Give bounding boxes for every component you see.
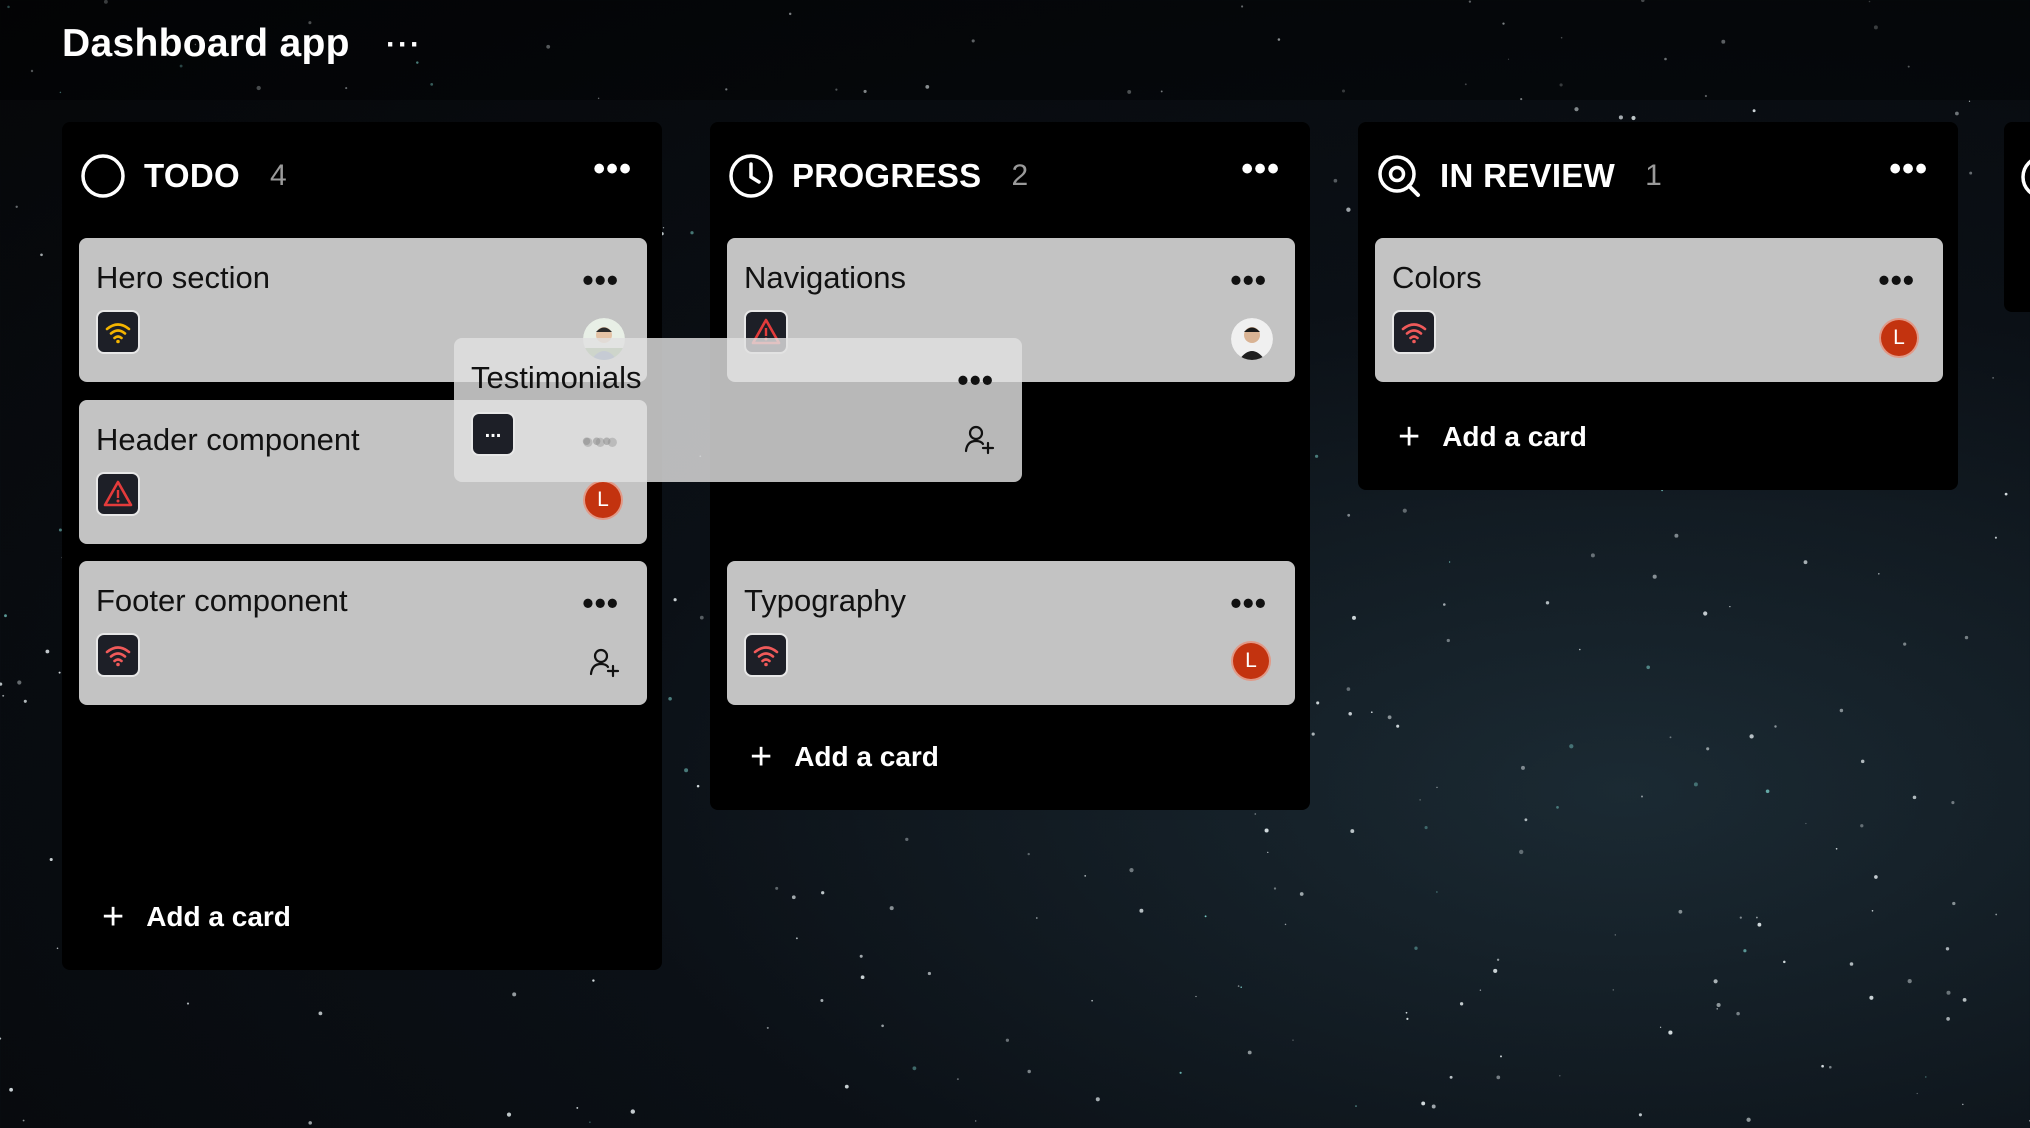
- avatar-photo: [1231, 318, 1273, 360]
- card-more-button[interactable]: •••: [1230, 585, 1267, 622]
- column-header: PROGRESS 2: [728, 152, 1028, 200]
- add-card-label: Add a card: [146, 901, 291, 932]
- wifi-icon: [96, 633, 140, 677]
- plus-icon: +: [750, 736, 773, 778]
- warning-icon: [96, 472, 140, 516]
- plus-icon: +: [1398, 416, 1421, 458]
- add-card-button[interactable]: + Add a card: [102, 898, 291, 936]
- avatar[interactable]: L: [1231, 641, 1273, 683]
- add-card-button[interactable]: + Add a card: [750, 738, 939, 776]
- board-more-button[interactable]: ···: [386, 28, 422, 62]
- add-card-label: Add a card: [794, 741, 939, 772]
- column-more-button[interactable]: •••: [1889, 150, 1928, 189]
- circle-icon: [80, 153, 126, 199]
- card-title: Navigations: [744, 260, 906, 295]
- column-count: 4: [269, 159, 287, 192]
- dragging-card-testimonials[interactable]: Testimonials ••• ... •••: [454, 338, 1022, 482]
- column-todo: TODO 4 ••• Hero section ••• Header compo…: [62, 122, 662, 970]
- column-count: 1: [1645, 159, 1662, 192]
- add-card-label: Add a card: [1442, 421, 1587, 452]
- column-header: IN REVIEW 1: [1376, 152, 1662, 200]
- column-name: PROGRESS: [792, 157, 982, 194]
- app-title: Dashboard app: [62, 22, 350, 65]
- card-more-button[interactable]: •••: [1230, 262, 1267, 299]
- card-more-button[interactable]: •••: [957, 362, 994, 399]
- clock-icon: [728, 153, 774, 199]
- avatar-initial: L: [1879, 318, 1919, 358]
- add-card-button[interactable]: + Add a card: [1398, 418, 1587, 456]
- underlying-card-more-icon: •••: [582, 426, 613, 456]
- search-review-icon: [1376, 153, 1422, 199]
- column-more-button[interactable]: •••: [1241, 150, 1280, 189]
- card-colors[interactable]: Colors ••• L: [1375, 238, 1943, 382]
- card-more-button[interactable]: •••: [1878, 262, 1915, 299]
- column-count: 2: [1011, 159, 1029, 192]
- column-in-review: IN REVIEW 1 ••• Colors ••• L + Add a car…: [1358, 122, 1958, 490]
- avatar[interactable]: L: [583, 480, 625, 522]
- card-footer-component[interactable]: Footer component •••: [79, 561, 647, 705]
- avatar[interactable]: [1231, 318, 1273, 360]
- dots-icon-text: ...: [484, 419, 502, 442]
- plus-icon: +: [102, 896, 125, 938]
- column-name: IN REVIEW: [1440, 157, 1616, 194]
- wifi-icon: [96, 310, 140, 354]
- avatar-initial: L: [583, 480, 623, 520]
- card-title: Header component: [96, 422, 360, 457]
- card-more-button[interactable]: •••: [582, 585, 619, 622]
- card-title: Typography: [744, 583, 906, 618]
- avatar-initial: L: [1231, 641, 1271, 681]
- card-title: Colors: [1392, 260, 1482, 295]
- dots-icon: ...: [471, 412, 515, 456]
- card-more-button[interactable]: •••: [582, 262, 619, 299]
- column-partial-next: [2004, 122, 2030, 312]
- column-icon: [2021, 159, 2030, 195]
- column-header: TODO 4: [80, 152, 287, 200]
- avatar[interactable]: L: [1879, 318, 1921, 360]
- wifi-icon: [744, 633, 788, 677]
- wifi-icon: [1392, 310, 1436, 354]
- add-user-icon[interactable]: [583, 641, 625, 683]
- column-more-button[interactable]: •••: [593, 150, 632, 189]
- card-title: Testimonials: [471, 360, 642, 395]
- card-title: Footer component: [96, 583, 348, 618]
- column-name: TODO: [144, 157, 240, 194]
- card-typography[interactable]: Typography ••• L: [727, 561, 1295, 705]
- card-title: Hero section: [96, 260, 271, 295]
- add-user-icon[interactable]: [958, 418, 1000, 460]
